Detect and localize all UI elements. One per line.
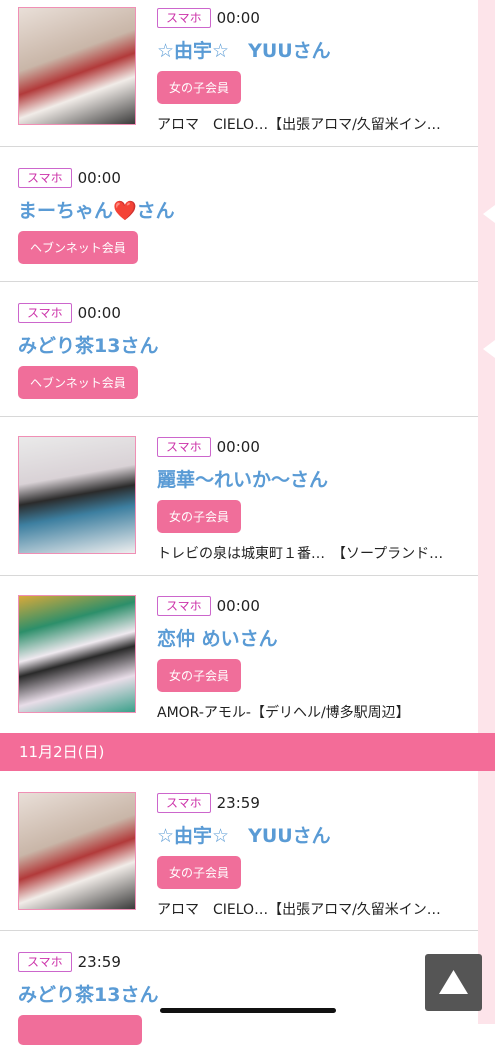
list-item[interactable]: スマホ 23:59 みどり茶13さん [0, 931, 478, 1045]
shop-name[interactable]: トレビの泉は城東町１番… 【ソープランド… [157, 543, 477, 563]
user-name[interactable]: みどり茶13さん [18, 331, 158, 358]
date-header: 11月2日(日) [0, 733, 495, 771]
smartphone-badge: スマホ [157, 7, 211, 28]
smartphone-badge: スマホ [18, 167, 72, 188]
right-edge-strip [478, 0, 495, 1024]
list-item[interactable]: スマホ 23:59 ☆由宇☆ YUUさん 女の子会員 アロマ CIELO…【出張ア… [0, 772, 478, 931]
post-time: 00:00 [77, 303, 121, 322]
smartphone-badge: スマホ [18, 951, 72, 972]
triangle-up-icon [439, 970, 468, 994]
shop-name[interactable]: アロマ CIELO…【出張アロマ/久留米イン… [157, 114, 477, 134]
girl-name[interactable]: 麗華〜れいか〜さん [157, 465, 477, 492]
list-item[interactable]: スマホ 00:00 みどり茶13さん ヘブンネット会員 [0, 282, 478, 417]
post-time: 00:00 [216, 8, 260, 27]
list-item[interactable]: スマホ 00:00 ☆由宇☆ YUUさん 女の子会員 アロマ CIELO…【出張ア… [0, 0, 478, 147]
smartphone-badge: スマホ [18, 302, 72, 323]
user-name[interactable]: みどり茶13さん [18, 980, 158, 1007]
post-time: 00:00 [216, 437, 260, 456]
shop-name[interactable]: AMOR-アモル-【デリヘル/博多駅周辺】 [157, 702, 477, 722]
shop-name[interactable]: アロマ CIELO…【出張アロマ/久留米イン… [157, 899, 477, 919]
list-item[interactable]: スマホ 00:00 まーちゃん❤️さん ヘブンネット会員 [0, 147, 478, 282]
list-item[interactable]: スマホ 00:00 恋仲 めいさん 女の子会員 AMOR-アモル-【デリヘル/博多… [0, 576, 478, 733]
post-time: 23:59 [77, 952, 121, 971]
profile-thumbnail[interactable] [18, 436, 136, 554]
member-badge: 女の子会員 [157, 855, 242, 889]
strip-notch [483, 340, 495, 358]
girl-name[interactable]: 恋仲 めいさん [157, 624, 477, 651]
profile-thumbnail[interactable] [18, 7, 136, 125]
girl-name[interactable]: ☆由宇☆ YUUさん [157, 821, 477, 848]
member-badge: ヘブンネット会員 [18, 230, 138, 264]
user-name[interactable]: まーちゃん❤️さん [18, 196, 175, 223]
member-badge: 女の子会員 [157, 70, 242, 104]
member-badge: 女の子会員 [157, 499, 242, 533]
smartphone-badge: スマホ [157, 792, 211, 813]
strip-notch [483, 205, 495, 223]
profile-thumbnail[interactable] [18, 792, 136, 910]
smartphone-badge: スマホ [157, 595, 211, 616]
post-time: 00:00 [216, 596, 260, 615]
list-item[interactable]: スマホ 00:00 麗華〜れいか〜さん 女の子会員 トレビの泉は城東町１番… 【ソ… [0, 417, 478, 576]
member-badge [18, 1014, 142, 1045]
scroll-to-top-button[interactable] [425, 954, 482, 1011]
post-time: 00:00 [77, 168, 121, 187]
profile-thumbnail[interactable] [18, 595, 136, 713]
member-badge: ヘブンネット会員 [18, 365, 138, 399]
post-time: 23:59 [216, 793, 260, 812]
member-badge: 女の子会員 [157, 658, 242, 692]
smartphone-badge: スマホ [157, 436, 211, 457]
home-indicator [160, 1008, 336, 1013]
girl-name[interactable]: ☆由宇☆ YUUさん [157, 36, 477, 63]
